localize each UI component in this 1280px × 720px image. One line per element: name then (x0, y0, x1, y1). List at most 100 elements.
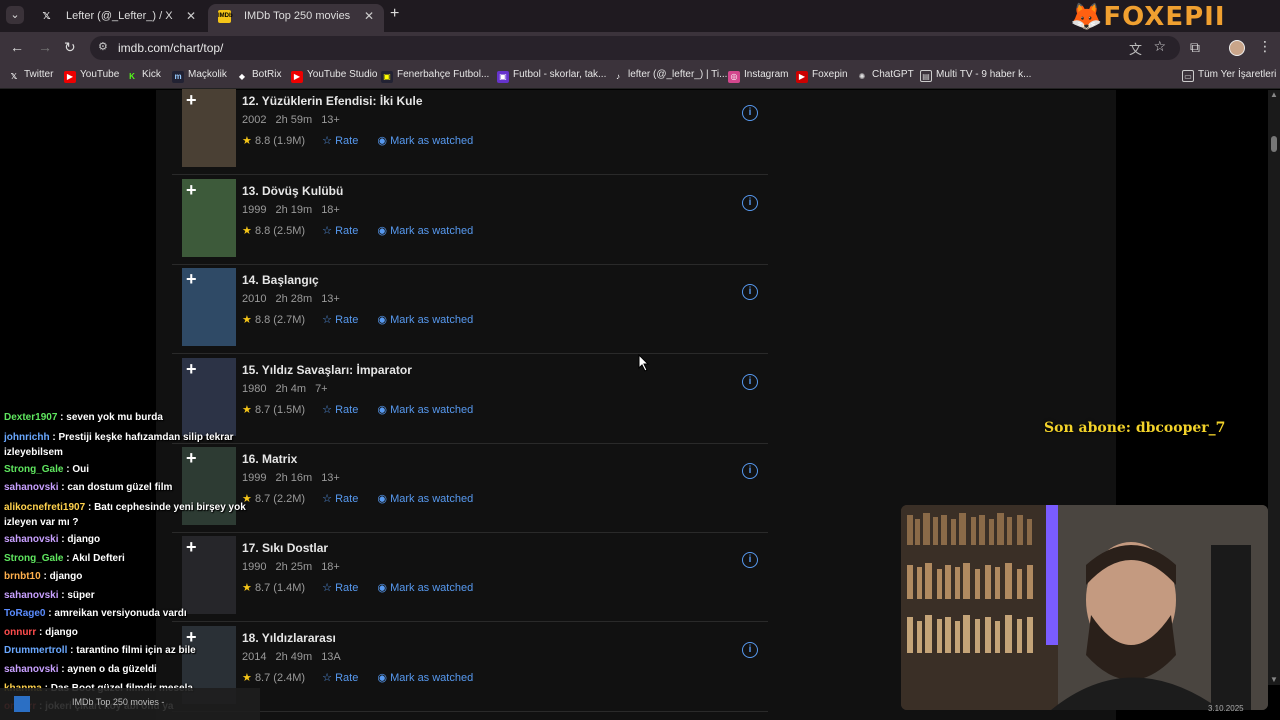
chat-message: ToRage0 : amreikan versiyonuda vardı (4, 608, 187, 619)
profile-avatar[interactable] (1229, 40, 1245, 56)
scrollbar-thumb[interactable] (1271, 136, 1277, 152)
bookmark-instagram[interactable]: ◎ Instagram (728, 69, 788, 83)
mouse-cursor-icon (638, 354, 650, 372)
chat-username[interactable]: Dexter1907 (4, 412, 57, 423)
mark-watched-button[interactable]: ◉ Mark as watched (377, 493, 473, 505)
bookmark-foxepin[interactable]: ▶ Foxepin (796, 69, 848, 83)
chat-username[interactable]: sahanovski (4, 482, 58, 493)
bookmark-youtube[interactable]: ▶ YouTube (64, 69, 119, 83)
bookmark-chatgpt[interactable]: ✺ ChatGPT (856, 69, 914, 83)
bookmark-star-icon[interactable]: ☆ (1153, 38, 1166, 55)
bookmark-botrix[interactable]: ◆ BotRix (236, 69, 282, 83)
mark-watched-button[interactable]: ◉ Mark as watched (377, 404, 473, 416)
chat-username[interactable]: Strong_Gale (4, 464, 63, 475)
chat-text: Oui (72, 464, 90, 475)
rate-button[interactable]: ☆ Rate (322, 672, 358, 684)
bookmark-label: Maçkolik (188, 69, 227, 80)
bookmark-youtube-studio[interactable]: ▶ YouTube Studio (291, 69, 377, 83)
chat-username[interactable]: sahanovski (4, 590, 58, 601)
chat-username[interactable]: sahanovski (4, 664, 58, 675)
chat-username[interactable]: brnbt10 (4, 571, 41, 582)
info-icon[interactable]: i (742, 552, 758, 568)
rate-button[interactable]: ☆ Rate (322, 582, 358, 594)
bookmark-multitv[interactable]: ▤ Multi TV - 9 haber k... (920, 69, 1031, 82)
close-icon[interactable]: ✕ (364, 4, 374, 28)
tab-twitter[interactable]: 𝕏 Lefter (@_Lefter_) / X ✕ (30, 4, 206, 32)
movie-poster[interactable]: + (182, 179, 236, 257)
info-icon[interactable]: i (742, 284, 758, 300)
chat-username[interactable]: Strong_Gale (4, 553, 63, 564)
reload-icon[interactable]: ↻ (64, 39, 76, 56)
translate-icon[interactable]: 文 (1129, 39, 1142, 58)
movie-poster[interactable]: + (182, 268, 236, 346)
new-tab-icon[interactable]: + (390, 5, 399, 23)
info-icon[interactable]: i (742, 195, 758, 211)
chat-message: Strong_Gale : Akıl Defteri (4, 553, 125, 564)
bookmark-label: YouTube Studio (307, 69, 378, 80)
tab-imdb[interactable]: IMDb IMDb Top 250 movies ✕ (208, 4, 384, 32)
rate-button[interactable]: ☆ Rate (322, 404, 358, 416)
add-watchlist-icon[interactable]: + (186, 268, 197, 290)
bookmark-all-bookmarks[interactable]: ▭ Tüm Yer İşaretleri (1182, 69, 1276, 82)
bookmark-mackolik[interactable]: m Maçkolik (172, 69, 227, 83)
chat-username[interactable]: ToRage0 (4, 608, 46, 619)
bookmark-tiktok[interactable]: ♪ lefter (@_lefter_) | Ti... (612, 69, 727, 83)
info-icon[interactable]: i (742, 374, 758, 390)
menu-kebab-icon[interactable]: ⋮ (1258, 38, 1272, 55)
chat-username[interactable]: Drummertroll (4, 645, 67, 656)
extensions-icon[interactable]: ⧉ (1190, 39, 1200, 56)
add-watchlist-icon[interactable]: + (186, 89, 197, 111)
bookmark-kick[interactable]: K Kick (126, 69, 161, 83)
back-icon[interactable]: ← (10, 39, 24, 55)
taskbar-window-title[interactable]: IMDb Top 250 movies - (72, 697, 164, 707)
rate-button[interactable]: ☆ Rate (322, 314, 358, 326)
mark-watched-button[interactable]: ◉ Mark as watched (377, 225, 473, 237)
rate-button[interactable]: ☆ Rate (322, 493, 358, 505)
chat-username[interactable]: alikocnefreti1907 (4, 502, 85, 513)
rate-button[interactable]: ☆ Rate (322, 135, 358, 147)
chat-message: sahanovski : süper (4, 590, 95, 601)
movie-row: + 15. Yıldız Savaşları: İmparator 1980 2h… (172, 355, 768, 444)
scroll-down-icon[interactable]: ▼ (1270, 675, 1278, 684)
rate-label: Rate (335, 225, 359, 237)
add-watchlist-icon[interactable]: + (186, 179, 197, 201)
movie-poster[interactable]: + (182, 89, 236, 167)
mark-watched-label: Mark as watched (390, 672, 474, 684)
add-watchlist-icon[interactable]: + (186, 358, 197, 380)
mark-watched-label: Mark as watched (390, 582, 474, 594)
windows-start-icon[interactable] (14, 696, 30, 712)
bookmark-fenerbahce[interactable]: ▣ Fenerbahçe Futbol... (381, 69, 489, 83)
mark-watched-button[interactable]: ◉ Mark as watched (377, 314, 473, 326)
mark-watched-button[interactable]: ◉ Mark as watched (377, 672, 473, 684)
page-scrollbar[interactable]: ▲ ▼ (1268, 90, 1280, 685)
close-icon[interactable]: ✕ (186, 4, 196, 28)
mark-watched-label: Mark as watched (390, 493, 474, 505)
info-icon[interactable]: i (742, 642, 758, 658)
movie-title[interactable]: 15. Yıldız Savaşları: İmparator (242, 363, 412, 377)
chat-username[interactable]: johnrichh (4, 432, 50, 443)
tiktok-icon: ♪ (616, 72, 620, 81)
chat-text: Akıl Defteri (71, 553, 125, 564)
rate-button[interactable]: ☆ Rate (322, 225, 358, 237)
movie-row: + 16. Matrix 1999 2h 16m 13+ ★ 8.7 (2.2M) … (172, 444, 768, 533)
info-icon[interactable]: i (742, 463, 758, 479)
movie-title[interactable]: 12. Yüzüklerin Efendisi: İki Kule (242, 94, 423, 108)
chat-text: can dostum güzel film (67, 482, 173, 493)
movie-title[interactable]: 13. Dövüş Kulübü (242, 184, 343, 198)
url-bar[interactable]: ⚙ imdb.com/chart/top/ 文 ☆ (90, 36, 1180, 60)
info-icon[interactable]: i (742, 105, 758, 121)
chat-username[interactable]: onnurr (4, 627, 36, 638)
bookmark-twitter[interactable]: 𝕏 Twitter (8, 69, 54, 83)
scroll-up-icon[interactable]: ▲ (1270, 90, 1278, 99)
url-text[interactable]: imdb.com/chart/top/ (118, 41, 223, 55)
movie-title[interactable]: 14. Başlangıç (242, 273, 319, 287)
chat-username[interactable]: sahanovski (4, 534, 58, 545)
site-info-icon[interactable]: ⚙ (98, 40, 108, 53)
chat-text: amreikan versiyonuda vardı (54, 608, 187, 619)
tab-search-icon[interactable]: ⌄ (6, 6, 24, 24)
mark-watched-button[interactable]: ◉ Mark as watched (377, 582, 473, 594)
mark-watched-button[interactable]: ◉ Mark as watched (377, 135, 473, 147)
chat-text: django (49, 571, 83, 582)
bookmark-futbol[interactable]: ▣ Futbol - skorlar, tak... (497, 69, 606, 83)
forward-icon[interactable]: → (38, 39, 52, 55)
